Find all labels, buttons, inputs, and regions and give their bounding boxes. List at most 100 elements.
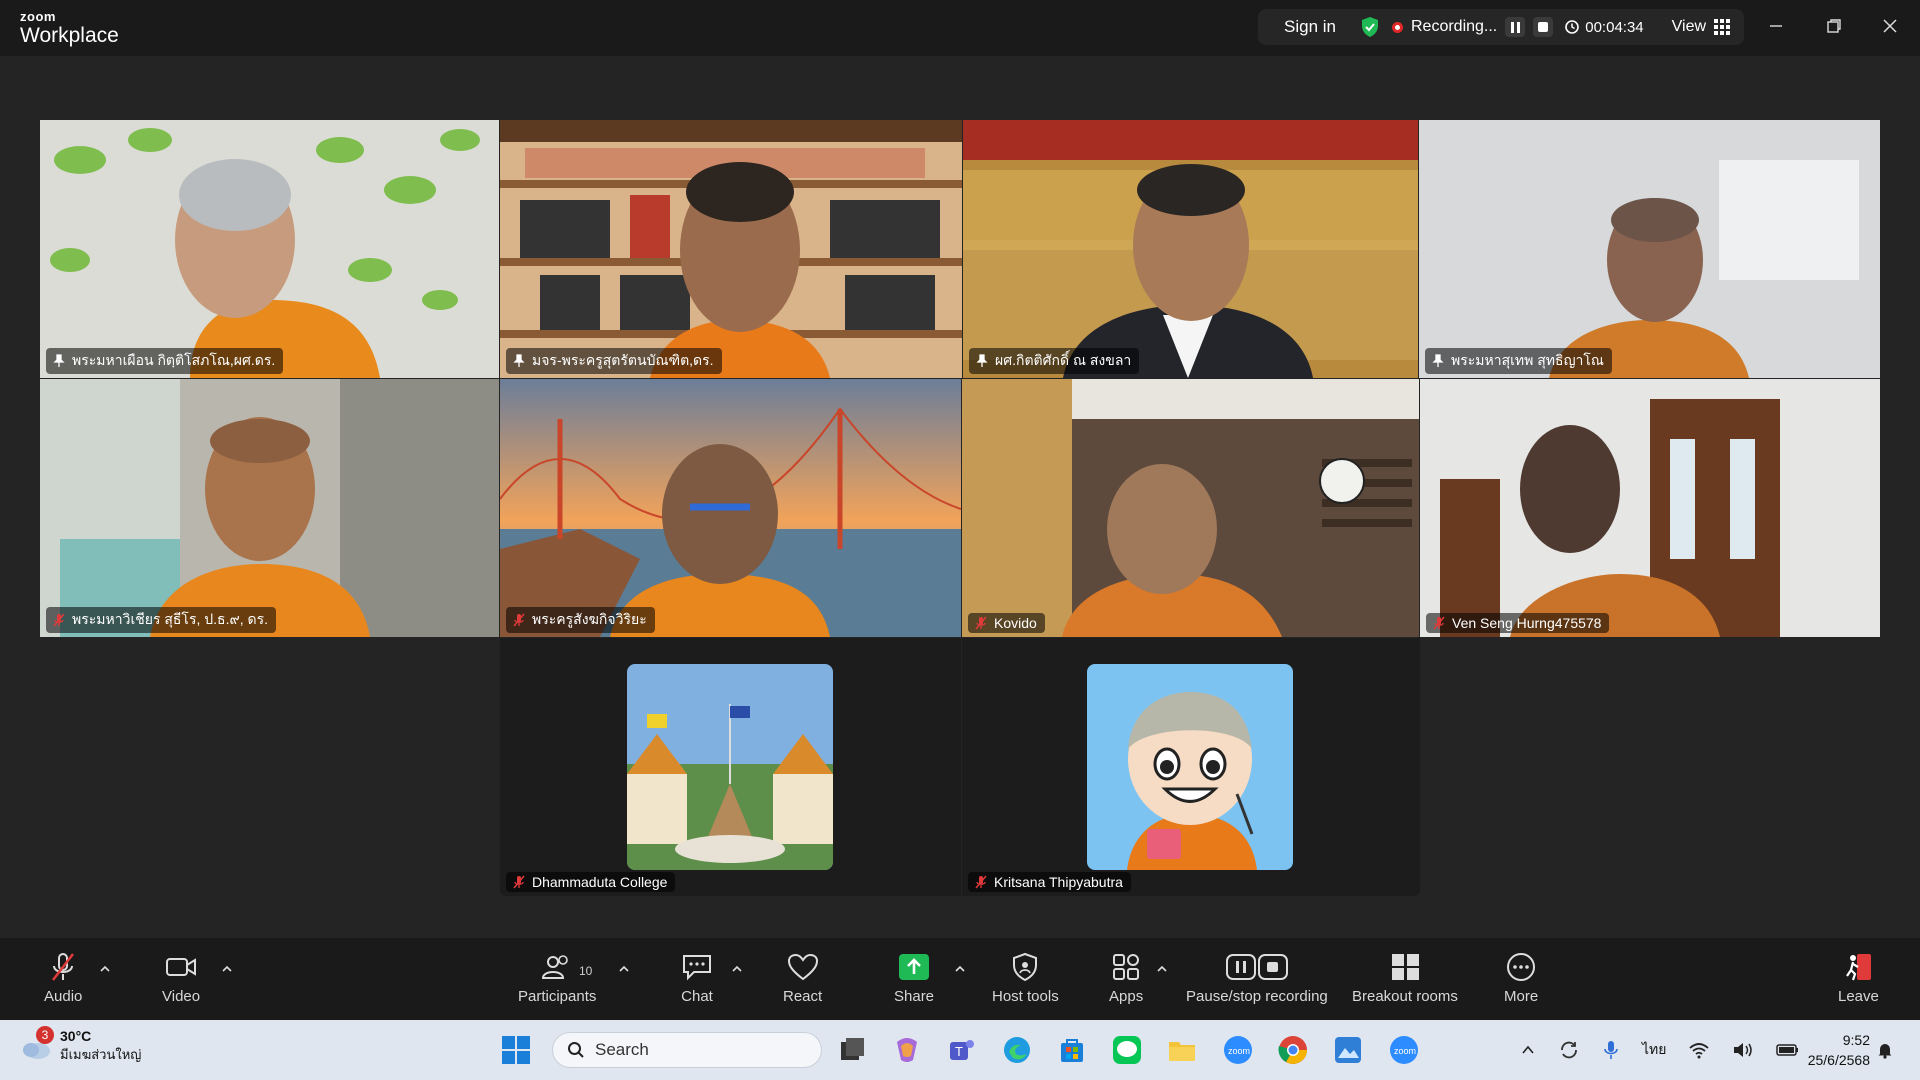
view-label: View bbox=[1671, 18, 1707, 35]
video-tile-camera-off[interactable]: Kritsana Thipyabutra bbox=[962, 638, 1420, 896]
line-app-icon[interactable] bbox=[1111, 1034, 1143, 1066]
share-options-chevron-up-icon[interactable] bbox=[953, 962, 967, 976]
more-button[interactable]: More bbox=[1504, 952, 1538, 1005]
volume-icon[interactable] bbox=[1732, 1041, 1754, 1059]
close-icon[interactable] bbox=[1878, 14, 1902, 38]
participant-name-tag: Kovido bbox=[968, 613, 1045, 633]
participant-name-tag: Kritsana Thipyabutra bbox=[968, 872, 1131, 892]
breakout-rooms-label: Breakout rooms bbox=[1352, 988, 1458, 1005]
system-clock[interactable]: 9:52 25/6/2568 bbox=[1808, 1030, 1870, 1070]
input-language[interactable]: ไทย bbox=[1642, 1039, 1666, 1061]
leave-button[interactable]: Leave bbox=[1838, 952, 1879, 1005]
video-tile[interactable]: พระครูสังฆกิจวิริยะ bbox=[500, 379, 961, 637]
breakout-rooms-icon bbox=[1391, 954, 1419, 980]
microphone-icon[interactable] bbox=[1602, 1039, 1620, 1061]
task-view-icon[interactable] bbox=[836, 1034, 868, 1066]
participants-count: 10 bbox=[579, 964, 593, 978]
muted-mic-icon bbox=[513, 613, 525, 627]
pin-icon bbox=[1432, 354, 1444, 367]
share-label: Share bbox=[894, 988, 935, 1005]
participant-name: พระมหาเผือน กิตฺติโสภโณ,ผศ.ดร. bbox=[72, 352, 276, 368]
clock-date: 25/6/2568 bbox=[1807, 1052, 1870, 1068]
video-tile[interactable]: พระมหาสุเทพ สุทธิญาโณ bbox=[1419, 120, 1880, 378]
participant-video bbox=[40, 120, 499, 378]
apps-label: Apps bbox=[1109, 988, 1144, 1005]
apps-button[interactable]: Apps bbox=[1109, 952, 1143, 1005]
video-tile-camera-off[interactable]: Dhammaduta College bbox=[500, 638, 961, 896]
restore-icon[interactable] bbox=[1822, 14, 1846, 38]
file-explorer-icon[interactable] bbox=[1166, 1034, 1198, 1066]
chat-bubble-icon bbox=[683, 955, 711, 981]
participants-options-chevron-up-icon[interactable] bbox=[617, 962, 631, 976]
video-options-chevron-up-icon[interactable] bbox=[220, 962, 234, 976]
apps-options-chevron-up-icon[interactable] bbox=[1155, 962, 1169, 976]
edge-browser-icon[interactable] bbox=[1001, 1034, 1033, 1066]
react-label: React bbox=[783, 988, 823, 1005]
chat-options-chevron-up-icon[interactable] bbox=[730, 962, 744, 976]
participant-name-tag: พระมหาสุเทพ สุทธิญาโณ bbox=[1425, 348, 1612, 374]
audio-options-chevron-up-icon[interactable] bbox=[98, 962, 112, 976]
windows-start-icon[interactable] bbox=[500, 1034, 532, 1066]
taskbar-search[interactable]: Search bbox=[552, 1032, 822, 1068]
view-button[interactable]: View bbox=[1656, 18, 1731, 36]
participant-video bbox=[500, 379, 961, 637]
share-button[interactable]: Share bbox=[894, 952, 934, 1005]
show-hidden-icons-chevron-up-icon[interactable] bbox=[1520, 1042, 1536, 1058]
minimize-icon[interactable] bbox=[1764, 14, 1788, 38]
muted-mic-icon bbox=[1433, 616, 1445, 630]
weather-widget[interactable]: 3 30°C มีเมฆส่วนใหญ่ bbox=[20, 1026, 141, 1065]
react-button[interactable]: React bbox=[783, 952, 822, 1005]
breakout-rooms-button[interactable]: Breakout rooms bbox=[1352, 952, 1458, 1005]
copilot-icon[interactable] bbox=[891, 1034, 923, 1066]
audio-label: Audio bbox=[44, 988, 83, 1005]
photos-app-icon[interactable] bbox=[1332, 1034, 1364, 1066]
audio-button[interactable]: Audio bbox=[44, 952, 82, 1005]
sync-icon[interactable] bbox=[1558, 1039, 1580, 1061]
share-screen-icon bbox=[899, 954, 930, 980]
wifi-icon[interactable] bbox=[1688, 1041, 1710, 1059]
stop-recording-button[interactable] bbox=[1533, 17, 1554, 37]
participant-video bbox=[963, 120, 1418, 378]
chrome-browser-icon[interactable] bbox=[1277, 1034, 1309, 1066]
zoom-app-icon[interactable]: zoom bbox=[1222, 1034, 1254, 1066]
participant-video bbox=[1420, 379, 1880, 637]
participant-name-tag: มจร-พระครูสุตรัตนบัณฑิต,ดร. bbox=[506, 348, 722, 374]
clock-icon bbox=[1565, 20, 1580, 34]
video-tile[interactable]: ผศ.กิตติศักดิ์ ณ สงขลา bbox=[963, 120, 1418, 378]
participants-button[interactable]: Participants bbox=[518, 952, 596, 1005]
pause-stop-recording-button[interactable]: Pause/stop recording bbox=[1186, 952, 1328, 1005]
recording-indicator: Recording... bbox=[1391, 17, 1554, 37]
heart-icon bbox=[787, 953, 818, 981]
shield-icon bbox=[1013, 952, 1038, 982]
system-tray: ไทย bbox=[1520, 1020, 1800, 1080]
leave-icon bbox=[1846, 954, 1872, 981]
chat-label: Chat bbox=[681, 988, 713, 1005]
zoom-workplace-icon[interactable]: zoom bbox=[1388, 1034, 1420, 1066]
teams-icon[interactable]: T bbox=[946, 1034, 978, 1066]
pin-icon bbox=[976, 354, 988, 367]
video-button[interactable]: Video bbox=[162, 952, 200, 1005]
video-tile[interactable]: Ven Seng Hurng475578 bbox=[1420, 379, 1880, 637]
sign-in-button[interactable]: Sign in bbox=[1272, 17, 1348, 37]
recording-label: Recording... bbox=[1410, 18, 1498, 35]
chat-button[interactable]: Chat bbox=[680, 952, 714, 1005]
meeting-status-bar: Sign in Recording... 00:04:34 View bbox=[1258, 9, 1745, 45]
video-tile[interactable]: พระมหาเผือน กิตฺติโสภโณ,ผศ.ดร. bbox=[40, 120, 499, 378]
participant-name: พระครูสังฆกิจวิริยะ bbox=[532, 611, 647, 627]
more-dots-icon bbox=[1507, 953, 1536, 981]
battery-charging-icon[interactable] bbox=[1776, 1042, 1800, 1058]
participants-icon bbox=[542, 955, 568, 979]
notification-bell-icon[interactable] bbox=[1876, 1041, 1894, 1059]
pause-recording-button[interactable] bbox=[1505, 17, 1526, 37]
video-tile-active-speaker[interactable]: มจร-พระครูสุตรัตนบัณฑิต,ดร. bbox=[500, 120, 962, 378]
video-tile[interactable]: Kovido bbox=[962, 379, 1419, 637]
video-tile[interactable]: พระมหาวิเชียร สุธีโร, ป.ธ.๙, ดร. bbox=[40, 379, 499, 637]
meeting-timer: 00:04:34 bbox=[1565, 19, 1644, 36]
muted-mic-icon bbox=[53, 613, 65, 627]
apps-icon bbox=[1113, 954, 1140, 980]
host-tools-button[interactable]: Host tools bbox=[992, 952, 1059, 1005]
encryption-shield-icon[interactable] bbox=[1360, 16, 1380, 38]
gallery-grid-icon bbox=[1714, 19, 1731, 35]
participant-name-tag: Ven Seng Hurng475578 bbox=[1426, 613, 1610, 633]
microsoft-store-icon[interactable] bbox=[1056, 1034, 1088, 1066]
